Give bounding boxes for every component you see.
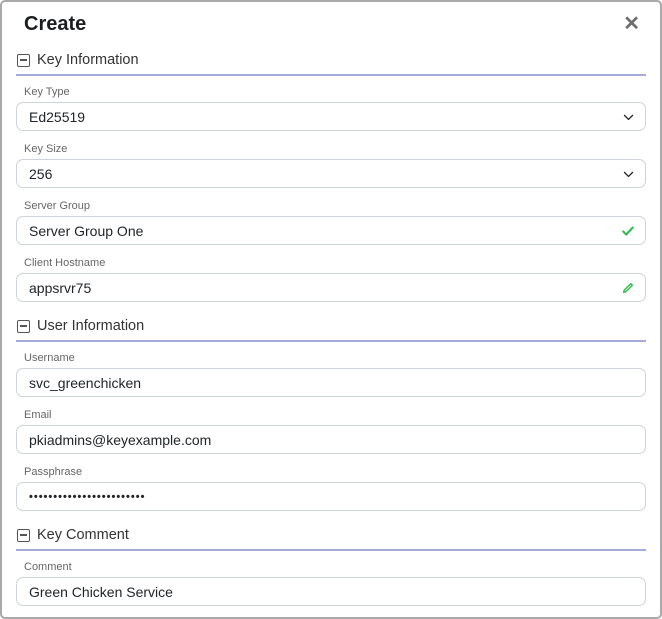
collapse-minus-icon <box>17 53 30 67</box>
username-input[interactable] <box>16 368 646 397</box>
dialog-header: Create ✕ <box>16 10 646 36</box>
section-title: Key Comment <box>37 527 129 543</box>
section-header-key-comment[interactable]: Key Comment <box>16 527 646 543</box>
client-hostname-input[interactable] <box>16 273 646 302</box>
key-type-label: Key Type <box>24 86 70 98</box>
section-header-key-information[interactable]: Key Information <box>16 52 646 68</box>
key-type-select[interactable] <box>16 102 646 131</box>
field-username: Username <box>16 352 646 397</box>
collapse-minus-icon <box>17 528 30 542</box>
username-label: Username <box>24 352 75 364</box>
page-title: Create <box>24 13 87 35</box>
key-size-label: Key Size <box>24 143 68 155</box>
server-group-input[interactable] <box>16 216 646 245</box>
server-group-label: Server Group <box>24 200 91 212</box>
email-label: Email <box>24 409 52 421</box>
passphrase-label: Passphrase <box>24 466 83 478</box>
section-divider <box>16 340 646 342</box>
section-divider <box>16 74 646 76</box>
field-email: Email <box>16 409 646 454</box>
section-header-user-information[interactable]: User Information <box>16 318 646 334</box>
field-server-group: Server Group <box>16 200 646 245</box>
create-dialog: Create ✕ Key Information Key Type Key Si… <box>0 0 662 619</box>
close-icon[interactable]: ✕ <box>619 12 644 36</box>
field-passphrase: Passphrase <box>16 466 646 511</box>
comment-input[interactable] <box>16 577 646 606</box>
email-field[interactable] <box>16 425 646 454</box>
section-title: Key Information <box>37 52 139 68</box>
collapse-minus-icon <box>17 319 30 333</box>
key-size-select[interactable] <box>16 159 646 188</box>
field-key-type: Key Type <box>16 86 646 131</box>
field-client-hostname: Client Hostname <box>16 257 646 302</box>
section-title: User Information <box>37 318 145 334</box>
field-comment: Comment <box>16 561 646 606</box>
section-divider <box>16 549 646 551</box>
comment-label: Comment <box>24 561 72 573</box>
passphrase-input[interactable] <box>16 482 646 511</box>
client-hostname-label: Client Hostname <box>24 257 106 269</box>
field-key-size: Key Size <box>16 143 646 188</box>
